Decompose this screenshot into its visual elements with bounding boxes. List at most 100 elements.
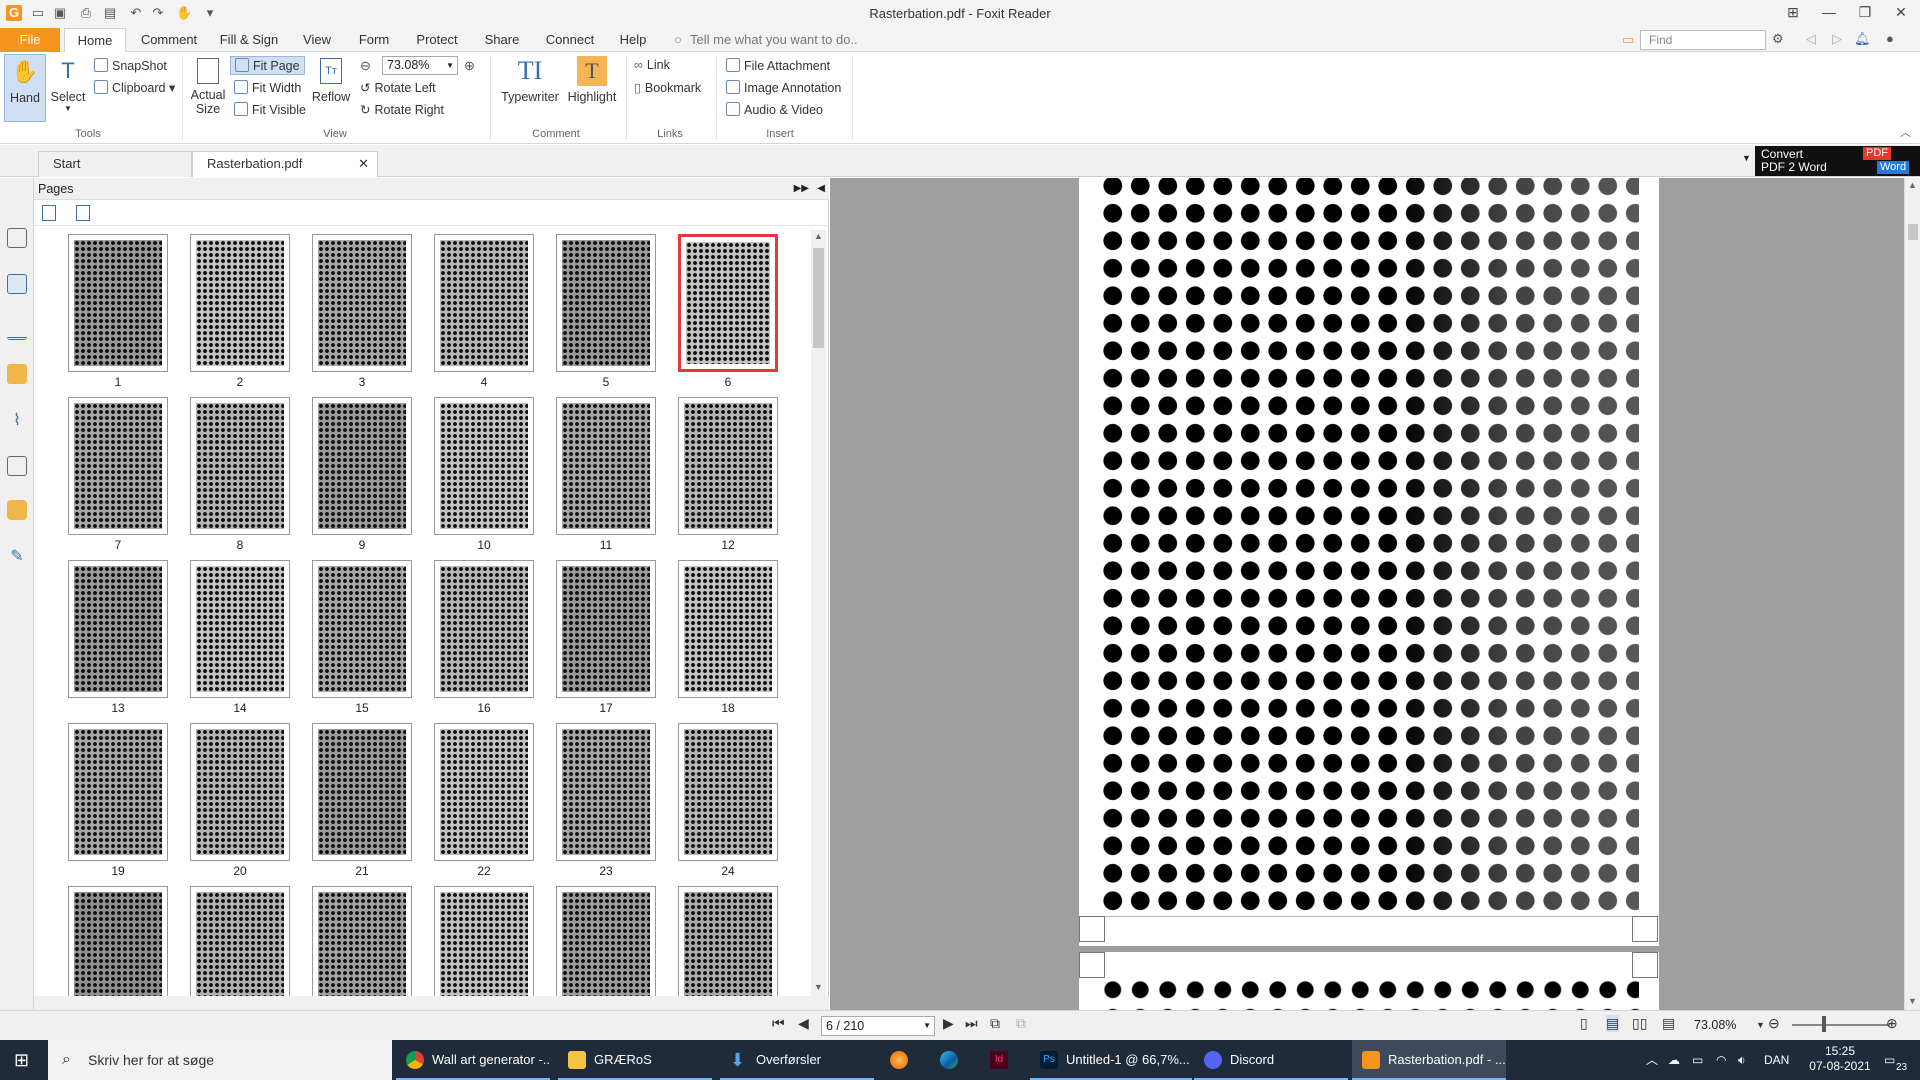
page-options-icon[interactable]	[42, 205, 56, 221]
fit-page-button[interactable]: Fit Page	[230, 56, 305, 75]
highlight-button[interactable]: T Highlight	[566, 56, 618, 118]
tab-comment[interactable]: Comment	[136, 28, 202, 52]
continuous-facing-icon[interactable]: ▤	[1662, 1015, 1675, 1032]
zoom-menu-chevron-icon[interactable]: ▼	[1756, 1020, 1765, 1030]
pages-icon[interactable]	[7, 274, 27, 294]
prev-result-icon[interactable]: ◁	[1806, 31, 1816, 47]
status-zoom-value[interactable]: 73.08%	[1694, 1018, 1736, 1032]
reflow-button[interactable]: Tт Reflow	[310, 58, 352, 118]
maximize-button[interactable]: ❐	[1848, 0, 1882, 26]
scroll-up-icon[interactable]: ▲	[1908, 180, 1917, 190]
language-indicator[interactable]: DAN	[1764, 1040, 1789, 1080]
gear-icon[interactable]: ⚙	[1772, 31, 1784, 47]
tab-list-chevron-icon[interactable]: ▼	[1742, 153, 1751, 163]
zoom-in-icon[interactable]: ⊕	[464, 58, 475, 74]
next-page-icon[interactable]: ▶	[943, 1015, 954, 1032]
taskbar-item-active[interactable]: Rasterbation.pdf - ...	[1352, 1040, 1506, 1080]
scrollbar-thumb[interactable]	[1908, 224, 1918, 240]
battery-icon[interactable]: ▭	[1692, 1040, 1703, 1080]
prev-page-icon[interactable]: ◀	[798, 1015, 809, 1032]
page-thumbnail[interactable]	[312, 723, 412, 861]
select-tool-button[interactable]: T Select ▼	[48, 54, 88, 124]
page-thumbnail[interactable]	[68, 234, 168, 372]
page-thumbnail[interactable]	[556, 886, 656, 996]
indesign-icon[interactable]: Id	[990, 1051, 1008, 1069]
typewriter-button[interactable]: TI Typewriter	[498, 56, 562, 118]
next-view-icon[interactable]: ⧉	[1016, 1015, 1026, 1032]
page-thumbnail[interactable]	[556, 397, 656, 535]
volume-icon[interactable]: 🔉︎	[1738, 1040, 1746, 1080]
snapshot-button[interactable]: SnapShot	[94, 58, 167, 73]
ribbon-display-icon[interactable]: ⊞	[1776, 0, 1810, 26]
thumbnail-zoom-icon[interactable]	[76, 205, 90, 221]
edge-icon[interactable]	[940, 1051, 958, 1069]
scroll-up-icon[interactable]: ▲	[814, 231, 823, 241]
convert-pdf-to-word-banner[interactable]: Convert PDF 2 Word PDF Word	[1755, 146, 1920, 176]
notification-icon[interactable]: ▭	[1884, 1040, 1895, 1080]
onedrive-icon[interactable]: ☁	[1668, 1040, 1680, 1080]
show-hidden-icons-icon[interactable]: ︿	[1646, 1040, 1658, 1080]
zoom-in-icon[interactable]: ⊕	[1886, 1015, 1898, 1032]
fit-visible-button[interactable]: Fit Visible	[234, 102, 306, 117]
page-thumbnail[interactable]	[556, 234, 656, 372]
collapse-panel-icon[interactable]: ◀	[817, 178, 825, 200]
first-page-icon[interactable]: ⏮	[772, 1015, 785, 1032]
page-thumbnail[interactable]	[556, 723, 656, 861]
page-number-input[interactable]: 6 / 210 ▼	[821, 1016, 935, 1036]
tab-share[interactable]: Share	[478, 28, 526, 52]
page-thumbnail[interactable]	[312, 560, 412, 698]
page-thumbnail[interactable]	[678, 886, 778, 996]
tab-view[interactable]: View	[296, 28, 338, 52]
scroll-down-icon[interactable]: ▼	[1908, 996, 1917, 1006]
zoom-slider[interactable]	[1792, 1024, 1890, 1026]
bookmark-button[interactable]: ▯ Bookmark	[634, 80, 701, 95]
tab-fill-sign[interactable]: Fill & Sign	[214, 28, 284, 52]
taskbar-item[interactable]: Wall art generator -...	[396, 1040, 550, 1080]
page-thumbnail[interactable]	[68, 886, 168, 996]
bookmarks-icon[interactable]	[7, 228, 27, 248]
audio-video-button[interactable]: Audio & Video	[726, 102, 823, 117]
page-thumbnail[interactable]	[312, 234, 412, 372]
folder-search-icon[interactable]: ▭	[1622, 32, 1634, 48]
tab-start[interactable]: Start	[38, 151, 192, 177]
page-thumbnail[interactable]	[434, 397, 534, 535]
scroll-down-icon[interactable]: ▼	[814, 982, 823, 992]
tab-file[interactable]: File	[0, 28, 60, 52]
page-thumbnail[interactable]	[68, 560, 168, 698]
pages-panel-hscrollbar[interactable]	[34, 996, 829, 1010]
zoom-combo[interactable]: 73.08% ▼	[382, 56, 458, 75]
bell-icon[interactable]: 🔔︎	[1854, 31, 1871, 47]
page-thumbnail[interactable]	[190, 886, 290, 996]
next-result-icon[interactable]: ▷	[1832, 31, 1842, 47]
taskbar-item[interactable]: ⬇ Overførsler	[720, 1040, 874, 1080]
page-thumbnail[interactable]	[312, 397, 412, 535]
tools-icon[interactable]: ✎	[7, 546, 27, 566]
tab-document[interactable]: Rasterbation.pdf ✕	[192, 151, 378, 177]
document-scrollbar[interactable]: ▲ ▼	[1904, 178, 1920, 1010]
tab-home[interactable]: Home	[64, 28, 126, 53]
page-thumbnail[interactable]	[68, 397, 168, 535]
collapse-ribbon-icon[interactable]: ︿	[1900, 124, 1911, 140]
tell-me-search[interactable]: Tell me what you want to do..	[690, 28, 858, 52]
taskbar-search[interactable]: ⌕ Skriv her for at søge	[48, 1040, 392, 1080]
find-input[interactable]: Find	[1640, 30, 1766, 50]
page-thumbnail[interactable]	[68, 723, 168, 861]
zoom-slider-handle[interactable]	[1822, 1016, 1826, 1032]
page-thumbnail[interactable]	[312, 886, 412, 996]
taskbar-item[interactable]: Discord	[1194, 1040, 1348, 1080]
wifi-icon[interactable]: ◠	[1716, 1040, 1726, 1080]
page-thumbnail[interactable]	[190, 723, 290, 861]
taskbar-item[interactable]: GRÆRoS	[558, 1040, 712, 1080]
rotate-right-button[interactable]: ↻ Rotate Right	[360, 102, 444, 117]
file-attachment-button[interactable]: File Attachment	[726, 58, 830, 73]
zoom-out-icon[interactable]: ⊖	[360, 58, 371, 74]
page-thumbnail[interactable]	[190, 234, 290, 372]
lock-icon[interactable]	[7, 500, 27, 520]
page-thumbnail[interactable]	[678, 234, 778, 372]
page-thumbnail[interactable]	[434, 234, 534, 372]
page-thumbnail[interactable]	[678, 560, 778, 698]
scrollbar-thumb[interactable]	[813, 248, 824, 348]
last-page-icon[interactable]: ⏭	[965, 1015, 978, 1032]
facing-page-icon[interactable]: ▯▯	[1632, 1015, 1647, 1032]
actual-size-button[interactable]: Actual Size	[186, 54, 230, 126]
